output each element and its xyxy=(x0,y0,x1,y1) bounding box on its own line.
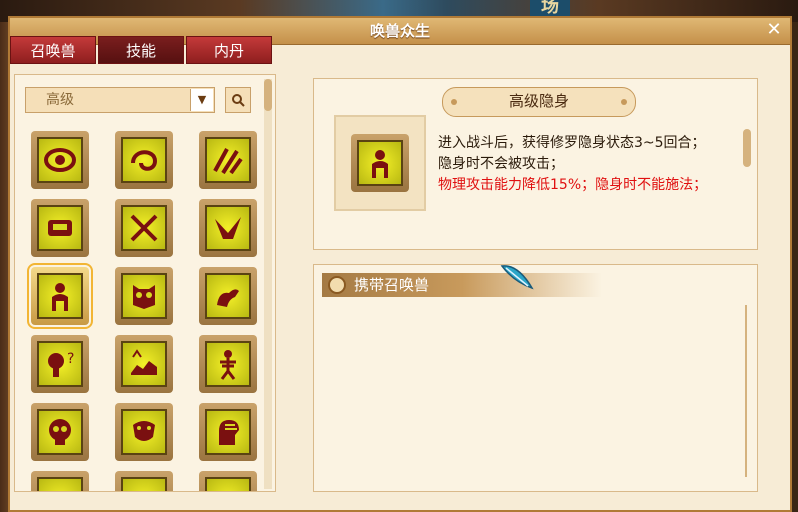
shield-icon xyxy=(48,220,72,236)
skeleton-icon xyxy=(220,350,236,380)
skill-figure[interactable] xyxy=(27,263,93,329)
spiral-icon xyxy=(328,276,346,294)
search-icon xyxy=(232,94,245,107)
skull-icon xyxy=(49,419,71,445)
beast-icon xyxy=(131,349,157,375)
desc-line-1: 进入战斗后，获得修罗隐身状态3~5回合； xyxy=(438,135,706,151)
close-button[interactable]: ✕ xyxy=(764,20,784,40)
skill-bird[interactable] xyxy=(199,199,257,257)
skill-swords[interactable] xyxy=(115,199,173,257)
skill-name: 高级隐身 xyxy=(442,87,636,117)
skill-partial-1[interactable] xyxy=(31,471,89,491)
carry-title: 携带召唤兽 xyxy=(354,276,430,294)
svg-text:?: ? xyxy=(67,351,74,367)
selected-skill-icon xyxy=(351,134,409,192)
skill-question[interactable]: ? xyxy=(31,335,89,393)
skill-shield[interactable] xyxy=(31,199,89,257)
skill-detail-panel: 高级隐身 进入战斗后，获得修罗隐身状态3~5回合； 隐身时不会被攻击； 物理攻击… xyxy=(313,78,758,250)
skill-partial-3[interactable] xyxy=(199,471,257,491)
bird-icon xyxy=(215,217,241,239)
swirl-icon xyxy=(131,150,158,171)
skill-serpent[interactable] xyxy=(115,403,173,461)
skill-head[interactable] xyxy=(199,403,257,461)
tab-bar: 召唤兽 技能 内丹 xyxy=(10,36,272,64)
carry-scrollbar[interactable] xyxy=(745,305,747,477)
owl-icon xyxy=(133,285,155,309)
skill-beast[interactable] xyxy=(115,335,173,393)
search-button[interactable] xyxy=(225,87,251,113)
skill-list-scrollbar[interactable] xyxy=(264,79,272,489)
serpent-icon xyxy=(133,421,155,441)
skill-claw[interactable] xyxy=(199,131,257,189)
level-dropdown[interactable]: 高级 ▼ xyxy=(25,87,215,113)
skill-swirl[interactable] xyxy=(115,131,173,189)
figure-icon xyxy=(52,283,68,311)
eye-icon xyxy=(44,148,76,172)
dropdown-value: 高级 xyxy=(46,92,74,108)
skill-description: 进入战斗后，获得修罗隐身状态3~5回合； 隐身时不会被攻击； 物理攻击能力降低1… xyxy=(438,133,738,239)
selected-skill-frame xyxy=(334,115,426,211)
head-icon xyxy=(219,420,239,445)
figure-icon xyxy=(372,150,388,178)
description-scrollbar[interactable] xyxy=(743,129,751,167)
carry-header: 携带召唤兽 xyxy=(322,273,602,297)
desc-line-red: 物理攻击能力降低15%；隐身时不能施法； xyxy=(438,177,708,193)
feather-cursor-icon xyxy=(500,265,534,290)
question-icon: ? xyxy=(48,351,74,377)
skill-eye[interactable] xyxy=(31,131,89,189)
skill-arm[interactable] xyxy=(199,267,257,325)
tab-skills[interactable]: 技能 xyxy=(98,36,184,64)
tab-inner-core[interactable]: 内丹 xyxy=(186,36,272,64)
skill-partial-2[interactable] xyxy=(115,471,173,491)
chevron-down-icon[interactable]: ▼ xyxy=(190,89,213,111)
desc-line-2: 隐身时不会被攻击； xyxy=(438,156,564,172)
skill-list-panel: 高级 ▼ ? xyxy=(14,74,276,492)
claw-icon xyxy=(213,148,243,175)
scrollbar-thumb[interactable] xyxy=(264,79,272,111)
skill-owl[interactable] xyxy=(115,267,173,325)
swords-icon xyxy=(130,214,158,242)
tab-summon[interactable]: 召唤兽 xyxy=(10,36,96,64)
carry-summon-panel: 携带召唤兽 xyxy=(313,264,758,492)
skill-skull[interactable] xyxy=(31,403,89,461)
arm-icon xyxy=(217,289,239,307)
skill-skeleton[interactable] xyxy=(199,335,257,393)
